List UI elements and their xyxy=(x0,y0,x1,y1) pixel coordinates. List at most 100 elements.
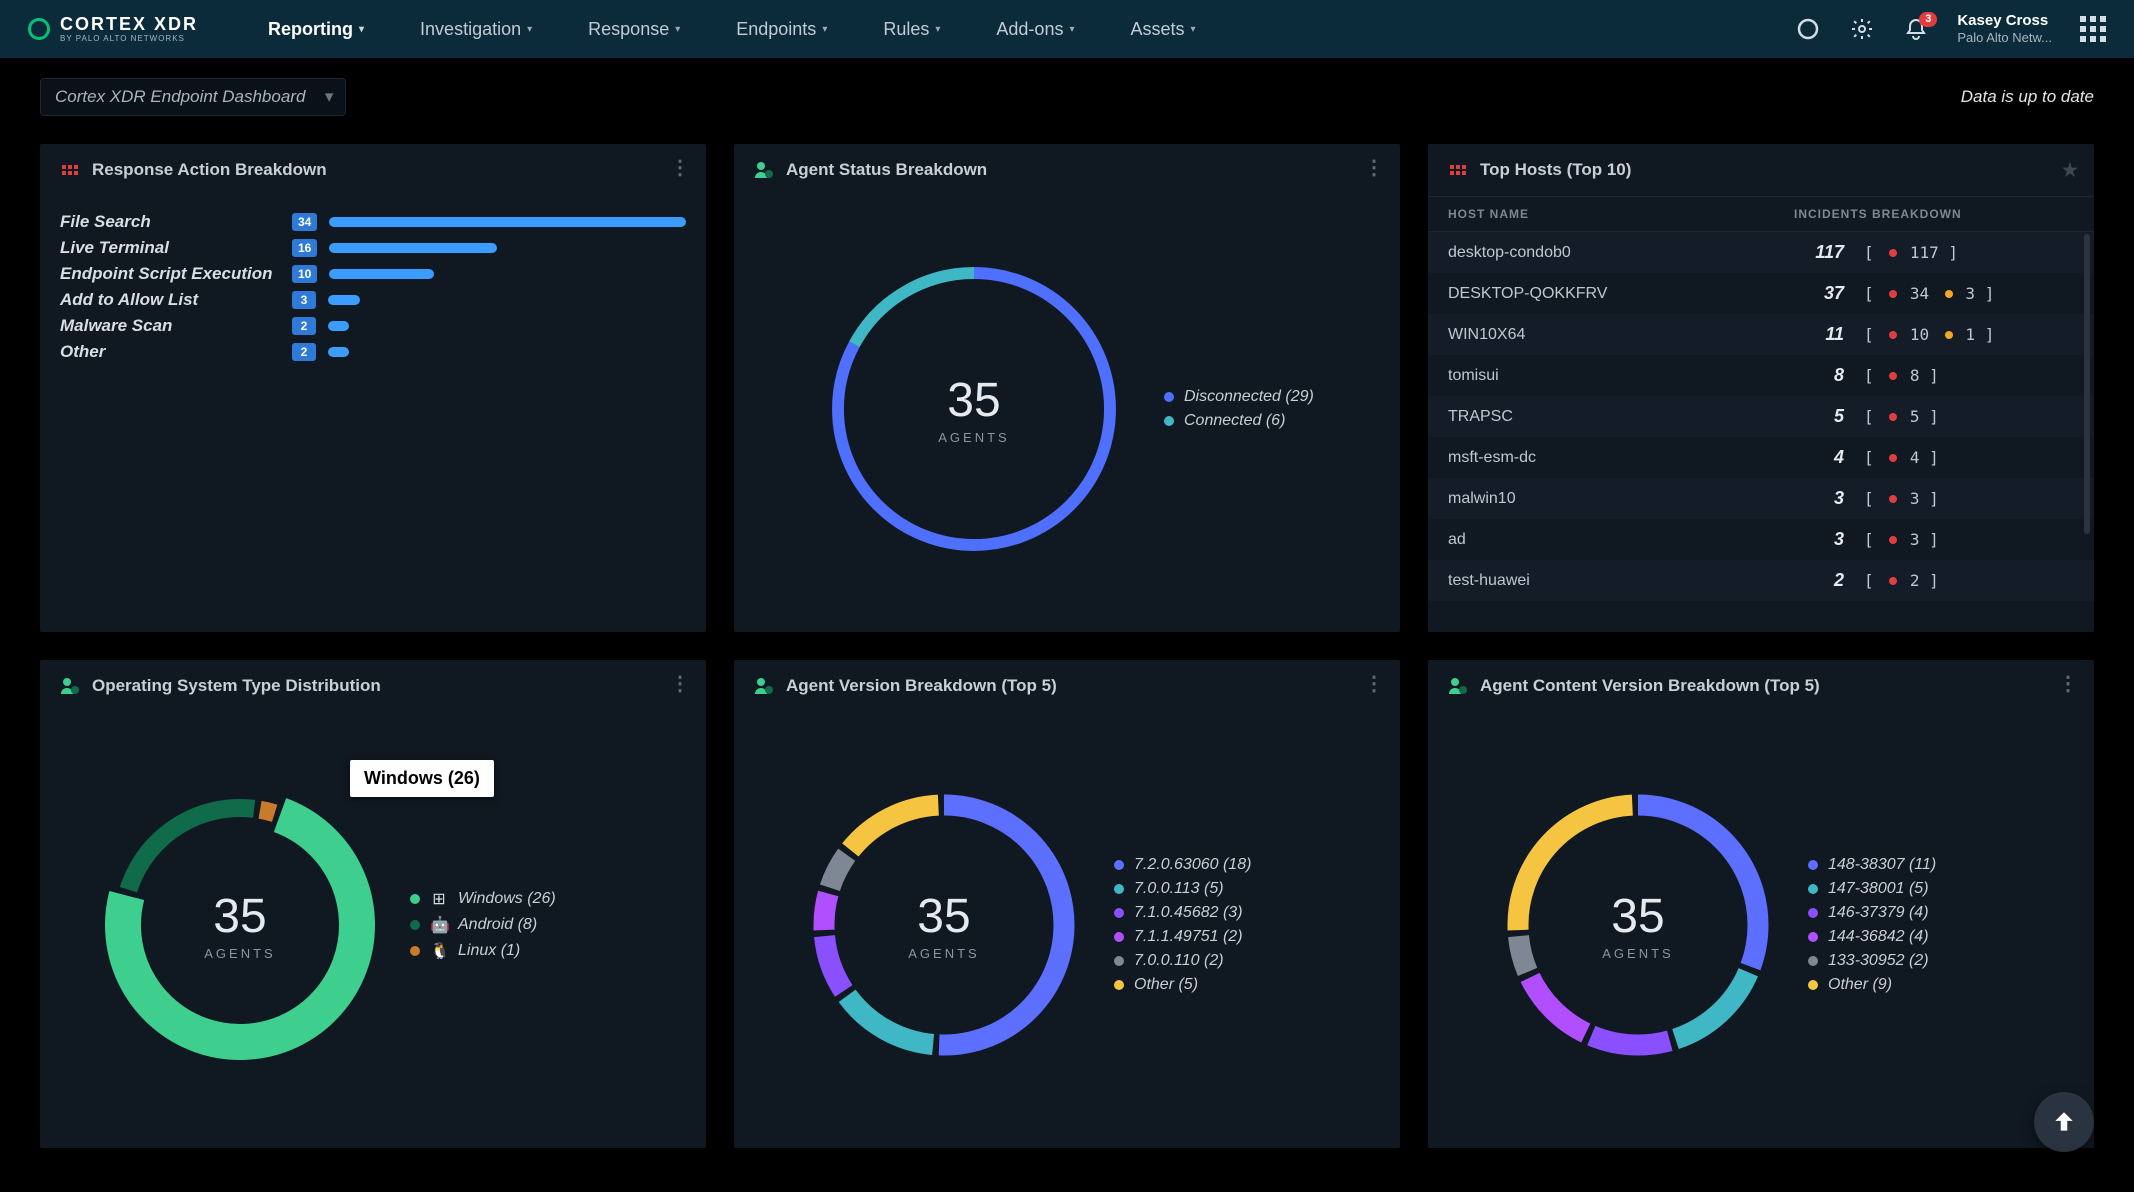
legend-item[interactable]: 148-38307 (11) xyxy=(1808,856,1936,874)
panel-title: Top Hosts (Top 10) xyxy=(1480,160,1631,180)
agent-icon xyxy=(754,160,774,180)
chevron-down-icon: ▾ xyxy=(822,24,827,35)
legend-item[interactable]: Disconnected (29) xyxy=(1164,388,1314,406)
hosts-table-body[interactable]: desktop-condob0117[ 117 ]DESKTOP-QOKKFRV… xyxy=(1428,232,2094,601)
donut-value: 35 xyxy=(213,889,266,944)
bar-track xyxy=(328,321,686,331)
nav-response[interactable]: Response▾ xyxy=(588,19,680,40)
legend-item[interactable]: 7.1.1.49751 (2) xyxy=(1114,928,1251,946)
nav-rules[interactable]: Rules▾ xyxy=(883,19,940,40)
legend-item[interactable]: Other (5) xyxy=(1114,976,1251,994)
host-name: WIN10X64 xyxy=(1448,326,1794,344)
bar-row[interactable]: Endpoint Script Execution10 xyxy=(60,264,686,284)
bar-row[interactable]: Add to Allow List3 xyxy=(60,290,686,310)
legend-item[interactable]: 7.0.0.113 (5) xyxy=(1114,880,1251,898)
panel-os-distribution: Operating System Type Distribution ⋮ 35 … xyxy=(40,660,706,1148)
legend-item[interactable]: 7.0.0.110 (2) xyxy=(1114,952,1251,970)
legend-dot-icon xyxy=(1114,932,1124,942)
legend-dot-icon xyxy=(410,920,420,930)
legend: 7.2.0.63060 (18) 7.0.0.113 (5) 7.1.0.45682… xyxy=(1114,856,1251,994)
logo-mark-icon xyxy=(25,15,53,43)
host-row[interactable]: WIN10X6411[ 10 1 ] xyxy=(1428,314,2094,355)
user-name: Kasey Cross xyxy=(1957,12,2052,30)
panel-title: Agent Content Version Breakdown (Top 5) xyxy=(1480,676,1820,696)
top-bar: CORTEX XDR BY PALO ALTO NETWORKS Reporti… xyxy=(0,0,2134,58)
panel-menu-icon[interactable]: ⋮ xyxy=(670,158,690,178)
notifications-icon[interactable]: 3 xyxy=(1903,16,1929,42)
nav-endpoints[interactable]: Endpoints▾ xyxy=(736,19,827,40)
scrollbar[interactable] xyxy=(2084,234,2090,534)
legend-item[interactable]: Other (9) xyxy=(1808,976,1936,994)
host-row[interactable]: TRAPSC5[ 5 ] xyxy=(1428,396,2094,437)
host-row[interactable]: tomisui8[ 8 ] xyxy=(1428,355,2094,396)
legend-label: 7.1.0.45682 (3) xyxy=(1134,904,1243,922)
bar-track xyxy=(329,243,686,253)
host-count: 4 xyxy=(1794,447,1864,468)
legend-item[interactable]: 146-37379 (4) xyxy=(1808,904,1936,922)
legend-item[interactable]: 🤖Android (8) xyxy=(410,915,556,935)
panel-menu-icon[interactable]: ⋮ xyxy=(2058,674,2078,694)
host-breakdown: [ 10 1 ] xyxy=(1864,325,2074,344)
scroll-top-fab[interactable] xyxy=(2034,1092,2094,1152)
user-menu[interactable]: Kasey Cross Palo Alto Netw... xyxy=(1957,12,2052,46)
legend-dot-icon xyxy=(1164,416,1174,426)
nav-assets[interactable]: Assets▾ xyxy=(1130,19,1195,40)
chevron-down-icon: ▾ xyxy=(359,24,364,35)
panel-title: Response Action Breakdown xyxy=(92,160,327,180)
legend-dot-icon xyxy=(410,946,420,956)
legend-label: Disconnected (29) xyxy=(1184,388,1314,406)
agent-icon xyxy=(754,676,774,696)
legend-dot-icon xyxy=(1808,860,1818,870)
favorite-icon[interactable]: ★ xyxy=(2062,160,2078,181)
legend-item[interactable]: Connected (6) xyxy=(1164,412,1314,430)
host-row[interactable]: desktop-condob0117[ 117 ] xyxy=(1428,232,2094,273)
legend-label: Other (5) xyxy=(1134,976,1198,994)
bar-row[interactable]: Other2 xyxy=(60,342,686,362)
help-icon[interactable] xyxy=(1795,16,1821,42)
brand-logo[interactable]: CORTEX XDR BY PALO ALTO NETWORKS xyxy=(28,15,198,43)
legend-dot-icon xyxy=(1808,884,1818,894)
agent-status-donut[interactable]: 35 AGENTS xyxy=(804,239,1144,579)
host-row[interactable]: ad3[ 3 ] xyxy=(1428,519,2094,560)
os-donut[interactable]: 35 AGENTS xyxy=(90,775,390,1075)
host-name: tomisui xyxy=(1448,367,1794,385)
legend-item[interactable]: 133-30952 (2) xyxy=(1808,952,1936,970)
dashboard-selector[interactable]: Cortex XDR Endpoint Dashboard xyxy=(40,78,346,116)
host-row[interactable]: malwin103[ 3 ] xyxy=(1428,478,2094,519)
legend-item[interactable]: 147-38001 (5) xyxy=(1808,880,1936,898)
host-row[interactable]: DESKTOP-QOKKFRV37[ 34 3 ] xyxy=(1428,273,2094,314)
bar-row[interactable]: Live Terminal16 xyxy=(60,238,686,258)
apps-icon[interactable] xyxy=(2080,16,2106,42)
legend-label: 133-30952 (2) xyxy=(1828,952,1929,970)
main-nav: Reporting▾ Investigation▾ Response▾ Endpoin… xyxy=(268,19,1785,40)
bar-row[interactable]: File Search34 xyxy=(60,212,686,232)
panel-menu-icon[interactable]: ⋮ xyxy=(1364,674,1384,694)
panel-menu-icon[interactable]: ⋮ xyxy=(670,674,690,694)
legend-item[interactable]: 144-36842 (4) xyxy=(1808,928,1936,946)
legend-item[interactable]: 🐧Linux (1) xyxy=(410,941,556,961)
panel-menu-icon[interactable]: ⋮ xyxy=(1364,158,1384,178)
bar-row[interactable]: Malware Scan2 xyxy=(60,316,686,336)
legend-item[interactable]: ⊞Windows (26) xyxy=(410,889,556,909)
legend-dot-icon xyxy=(1114,860,1124,870)
donut-value: 35 xyxy=(947,373,1000,428)
version-donut[interactable]: 35 AGENTS xyxy=(794,775,1094,1075)
legend-item[interactable]: 7.1.0.45682 (3) xyxy=(1114,904,1251,922)
host-breakdown: [ 8 ] xyxy=(1864,366,2074,385)
settings-icon[interactable] xyxy=(1849,16,1875,42)
panel-title: Agent Version Breakdown (Top 5) xyxy=(786,676,1057,696)
legend-dot-icon xyxy=(1808,908,1818,918)
legend-dot-icon xyxy=(1808,956,1818,966)
hosts-icon xyxy=(1448,160,1468,180)
legend-item[interactable]: 7.2.0.63060 (18) xyxy=(1114,856,1251,874)
agent-icon xyxy=(1448,676,1468,696)
nav-investigation[interactable]: Investigation▾ xyxy=(420,19,532,40)
nav-add-ons[interactable]: Add-ons▾ xyxy=(996,19,1074,40)
legend-label: 7.2.0.63060 (18) xyxy=(1134,856,1251,874)
host-name: msft-esm-dc xyxy=(1448,449,1794,467)
host-row[interactable]: test-huawei2[ 2 ] xyxy=(1428,560,2094,601)
legend-label: 146-37379 (4) xyxy=(1828,904,1929,922)
nav-reporting[interactable]: Reporting▾ xyxy=(268,19,364,40)
host-row[interactable]: msft-esm-dc4[ 4 ] xyxy=(1428,437,2094,478)
content-donut[interactable]: 35 AGENTS xyxy=(1488,775,1788,1075)
